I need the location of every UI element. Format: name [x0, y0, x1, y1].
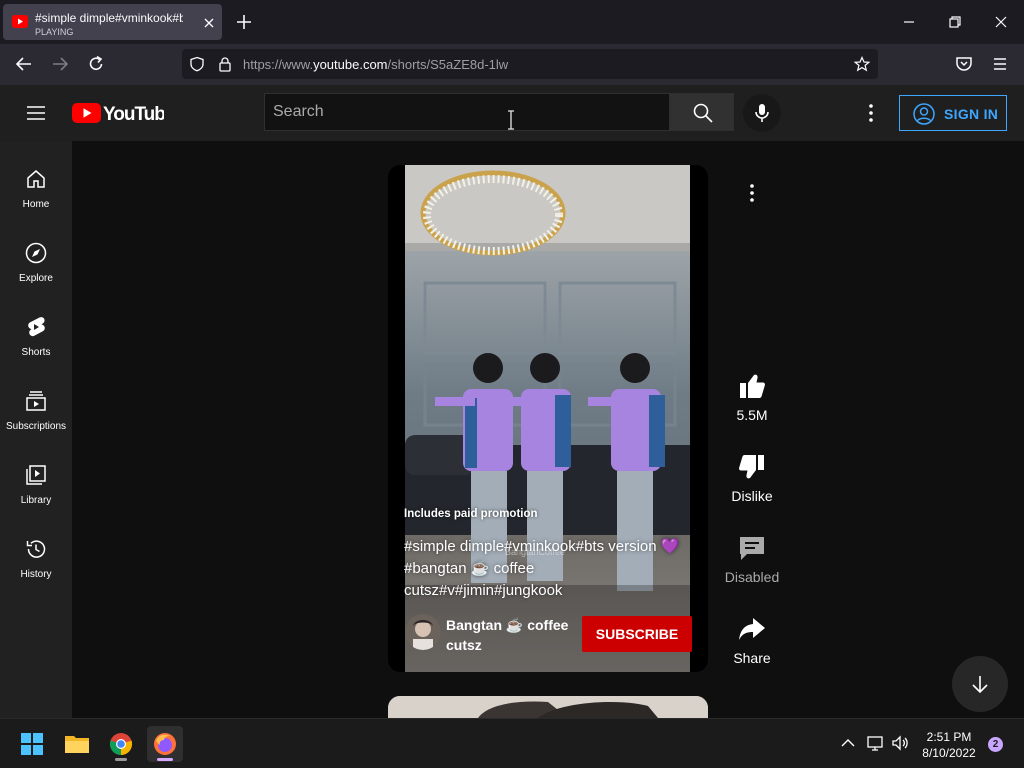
share-button[interactable]: Share — [712, 614, 792, 666]
volume-icon[interactable] — [891, 734, 909, 752]
folder-icon — [65, 736, 89, 753]
share-label: Share — [733, 650, 771, 666]
guide-label: Library — [20, 495, 52, 506]
sign-in-button[interactable]: SIGN IN — [899, 95, 1007, 131]
taskbar-file-explorer[interactable] — [59, 726, 95, 762]
microphone-icon — [755, 104, 769, 122]
url-path: /shorts/S5aZE8d-1lw — [387, 57, 509, 72]
bookmark-star-icon[interactable] — [854, 56, 870, 72]
next-short-preview[interactable] — [388, 696, 708, 718]
more-options-icon[interactable] — [740, 181, 764, 205]
browser-tab[interactable]: #simple dimple#vminkook#bts version PLAY… — [3, 4, 222, 40]
youtube-logo-text: YouTube — [103, 104, 164, 124]
taskbar-firefox[interactable] — [147, 726, 183, 762]
voice-search-button[interactable] — [743, 94, 781, 132]
sign-in-label: SIGN IN — [944, 106, 999, 122]
youtube-logo[interactable]: YouTube — [72, 102, 164, 124]
mini-guide: Home Explore Shorts Subscriptions Librar… — [0, 141, 72, 718]
running-indicator — [115, 758, 127, 761]
search-button[interactable] — [670, 93, 734, 131]
clock-time: 2:51 PM — [926, 730, 972, 744]
system-clock[interactable]: 2:51 PM 8/10/2022 — [912, 729, 986, 761]
guide-item-home[interactable]: Home — [0, 147, 72, 221]
close-tab-icon[interactable] — [201, 15, 217, 31]
tab-playing-status: PLAYING — [35, 27, 74, 37]
notification-count-badge[interactable]: 2 — [988, 737, 1003, 752]
youtube-favicon-icon — [12, 15, 28, 28]
browser-nav-bar: https://www.youtube.com/shorts/S5aZE8d-1… — [0, 44, 1024, 85]
app-menu-icon[interactable] — [990, 54, 1010, 74]
next-short-thumbnail — [388, 696, 708, 718]
url-prefix: https://www. — [243, 57, 314, 72]
clock-date: 8/10/2022 — [922, 746, 976, 760]
guide-label: Shorts — [21, 347, 51, 358]
arrow-down-icon — [972, 676, 988, 694]
tracking-shield-icon[interactable] — [189, 56, 205, 72]
new-tab-icon[interactable] — [235, 13, 253, 31]
guide-item-library[interactable]: Library — [0, 443, 72, 517]
history-icon — [26, 540, 46, 558]
comment-icon — [740, 537, 764, 560]
guide-label: Subscriptions — [5, 421, 67, 432]
search-input[interactable] — [265, 94, 669, 130]
firefox-icon — [154, 733, 176, 755]
text-cursor-icon — [508, 110, 514, 130]
windows-taskbar: 2:51 PM 8/10/2022 2 — [0, 718, 1024, 768]
pocket-icon[interactable] — [954, 54, 974, 74]
guide-item-explore[interactable]: Explore — [0, 221, 72, 295]
chrome-icon — [109, 733, 133, 756]
channel-name[interactable]: Bangtan ☕ coffee cutsz — [446, 615, 578, 655]
comments-status: Disabled — [724, 569, 780, 585]
home-icon — [27, 170, 45, 188]
address-bar[interactable]: https://www.youtube.com/shorts/S5aZE8d-1… — [182, 49, 878, 79]
back-arrow-icon[interactable] — [14, 54, 34, 74]
reload-icon[interactable] — [86, 54, 106, 74]
short-caption: #simple dimple#vminkook#bts version 💜 #b… — [404, 538, 680, 599]
subscriptions-icon — [26, 391, 46, 411]
comments-button[interactable]: Disabled — [712, 533, 792, 585]
minimize-icon[interactable] — [901, 14, 917, 30]
guide-menu-icon[interactable] — [24, 101, 48, 125]
settings-more-icon[interactable] — [859, 101, 883, 125]
taskbar-chrome[interactable] — [103, 726, 139, 762]
channel-avatar-image — [405, 614, 441, 650]
guide-label: Home — [22, 199, 50, 210]
thumbs-up-icon — [740, 374, 765, 398]
network-icon[interactable] — [866, 734, 884, 752]
next-short-button[interactable] — [952, 656, 1008, 712]
guide-item-shorts[interactable]: Shorts — [0, 295, 72, 369]
search-box[interactable] — [264, 93, 670, 131]
channel-avatar[interactable] — [405, 614, 441, 650]
guide-label: History — [20, 569, 52, 580]
show-hidden-icons-chevron-icon[interactable] — [839, 734, 857, 752]
close-window-icon[interactable] — [993, 14, 1009, 30]
search-icon — [693, 103, 713, 123]
guide-item-subscriptions[interactable]: Subscriptions — [0, 369, 72, 443]
account-circle-icon — [913, 103, 935, 125]
url-text: https://www.youtube.com/shorts/S5aZE8d-1… — [243, 57, 508, 72]
dislike-label: Dislike — [731, 488, 773, 504]
lock-icon[interactable] — [217, 56, 233, 72]
like-count: 5.5M — [736, 407, 768, 423]
subscribe-button[interactable]: SUBSCRIBE — [582, 616, 692, 652]
url-domain: youtube.com — [313, 57, 388, 72]
shorts-icon — [28, 317, 45, 337]
share-icon — [739, 618, 765, 640]
restore-icon[interactable] — [947, 14, 963, 30]
thumbs-down-icon — [739, 455, 764, 479]
start-button[interactable] — [14, 726, 50, 762]
windows-logo-icon — [21, 733, 43, 755]
forward-arrow-icon[interactable] — [50, 54, 70, 74]
compass-icon — [25, 242, 47, 264]
dislike-button[interactable]: Dislike — [712, 452, 792, 504]
guide-item-history[interactable]: History — [0, 517, 72, 591]
library-icon — [26, 465, 46, 485]
tab-title: #simple dimple#vminkook#bts version — [35, 11, 183, 25]
guide-label: Explore — [19, 273, 53, 284]
browser-tab-bar: #simple dimple#vminkook#bts version PLAY… — [0, 0, 1024, 44]
shorts-player[interactable]: BangtanCoffee Includes paid promotion #s… — [388, 165, 708, 672]
active-indicator — [157, 758, 173, 761]
like-button[interactable]: 5.5M — [712, 371, 792, 423]
paid-promotion-label[interactable]: Includes paid promotion — [404, 508, 538, 520]
